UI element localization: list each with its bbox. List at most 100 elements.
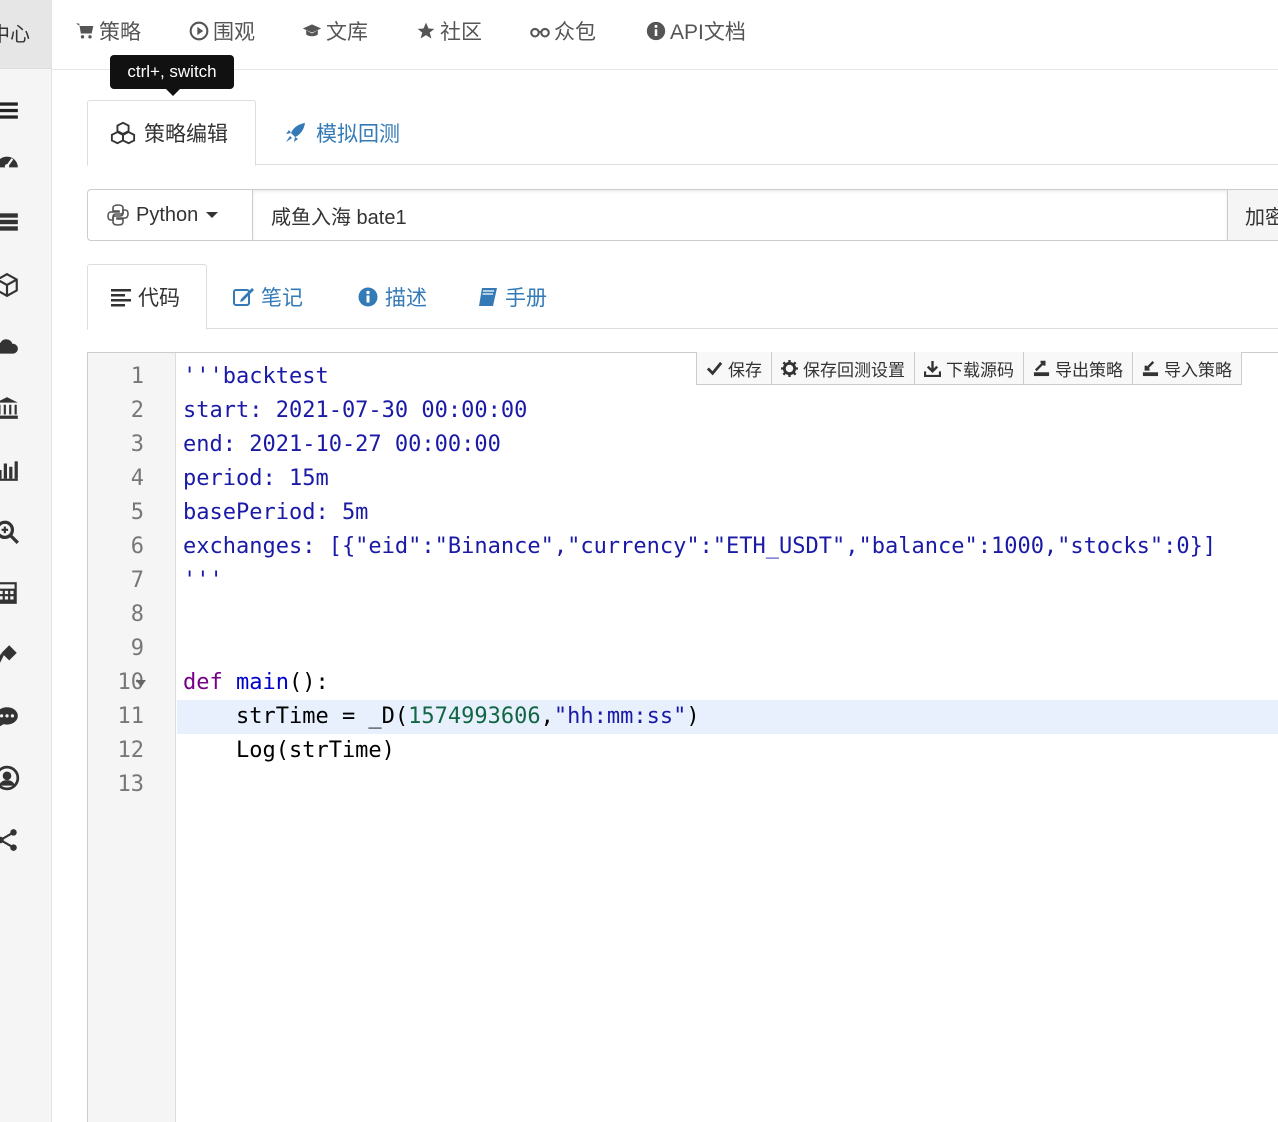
tab-description[interactable]: 描述 xyxy=(357,264,427,329)
nav-strategy[interactable]: 策略 xyxy=(75,16,141,46)
code-line[interactable]: end: 2021-10-27 00:00:00 xyxy=(177,428,1278,462)
menu-icon[interactable] xyxy=(0,95,22,125)
python-icon xyxy=(107,204,129,226)
tab-code[interactable]: 代码 xyxy=(87,264,207,330)
plug-icon[interactable] xyxy=(0,640,22,670)
nav-library[interactable]: 文库 xyxy=(302,16,368,46)
code-line[interactable] xyxy=(177,768,1278,802)
graduation-cap-icon xyxy=(302,24,322,37)
code-token: def xyxy=(183,670,223,695)
dashboard-icon[interactable] xyxy=(0,147,22,177)
sub-tabs: 代码 笔记 描述 手册 xyxy=(87,264,1278,330)
code-token: strTime = _D( xyxy=(183,704,409,729)
cube-icon[interactable] xyxy=(0,270,22,300)
bank-icon[interactable] xyxy=(0,393,22,423)
info-circle-icon xyxy=(358,287,378,306)
code-editor[interactable]: 1 2 3 4 5 6 7 8 9 10 11 12 13 '''backtest start: 2021… xyxy=(87,352,1278,1122)
save-backtest-settings-button[interactable]: 保存回测设置 xyxy=(771,352,914,385)
line-number: 4 xyxy=(130,466,144,491)
code-area[interactable]: '''backtest start: 2021-07-30 00:00:00 end… xyxy=(177,353,1278,1122)
code-line[interactable] xyxy=(177,598,1278,632)
edit-icon xyxy=(233,287,254,306)
code-token: Log(strTime) xyxy=(183,738,395,763)
code-token: "hh:mm:ss" xyxy=(553,704,687,729)
tab-strategy-edit-label: 策略编辑 xyxy=(144,123,228,146)
book-icon xyxy=(479,287,497,306)
editor-toolbar: 保存 保存回测设置 下载源码 导出策略 导入策略 xyxy=(696,352,1242,385)
align-left-icon xyxy=(111,289,131,307)
code-token: end: 2021-10-27 00:00:00 xyxy=(183,432,501,457)
tab-notes-label: 笔记 xyxy=(261,286,303,310)
code-line[interactable]: strTime = _D(1574993606,"hh:mm:ss") xyxy=(177,700,1278,734)
nav-community[interactable]: 社区 xyxy=(416,16,482,46)
code-token: exchanges: [{"eid":"Binance","currency":… xyxy=(183,534,1217,559)
line-number: 5 xyxy=(130,500,144,525)
play-circle-icon xyxy=(189,21,209,41)
tab-manual[interactable]: 手册 xyxy=(477,264,547,329)
nav-crowdsource[interactable]: 众包 xyxy=(530,16,596,46)
zoom-in-icon[interactable] xyxy=(0,517,22,547)
export-icon xyxy=(1033,360,1050,376)
gear-icon xyxy=(781,359,798,377)
code-token: period: 15m xyxy=(183,466,329,491)
code-line[interactable]: ''' xyxy=(177,564,1278,598)
bar-chart-icon[interactable] xyxy=(0,455,22,485)
user-circle-icon[interactable] xyxy=(0,763,22,793)
code-line[interactable]: period: 15m xyxy=(177,462,1278,496)
line-number: 1 xyxy=(130,364,144,389)
line-number: 3 xyxy=(130,432,144,457)
line-number: 13 xyxy=(117,772,145,797)
share-icon[interactable] xyxy=(0,825,22,855)
code-token: ''' xyxy=(183,568,223,593)
cloud-icon[interactable] xyxy=(0,331,22,361)
fold-arrow-icon[interactable] xyxy=(136,680,146,687)
nav-watch-label: 围观 xyxy=(213,21,255,44)
code-token: , xyxy=(540,704,554,729)
tab-backtest[interactable]: 模拟回测 xyxy=(282,100,400,165)
nav-library-label: 文库 xyxy=(326,21,368,44)
nav-api-docs-label: API文档 xyxy=(670,21,746,44)
code-line[interactable]: basePeriod: 5m xyxy=(177,496,1278,530)
export-strategy-button[interactable]: 导出策略 xyxy=(1023,352,1132,385)
code-line[interactable] xyxy=(177,632,1278,666)
rocket-icon xyxy=(286,122,305,142)
tab-code-label: 代码 xyxy=(138,287,180,310)
tab-backtest-label: 模拟回测 xyxy=(316,122,400,146)
download-source-label: 下载源码 xyxy=(946,360,1014,380)
code-line[interactable]: def main(): xyxy=(177,666,1278,700)
encrypt-button[interactable]: 加密 xyxy=(1227,189,1278,241)
nav-watch[interactable]: 围观 xyxy=(189,16,255,46)
tab-notes[interactable]: 笔记 xyxy=(233,264,303,329)
nav-api-docs[interactable]: API文档 xyxy=(646,16,746,46)
info-circle-icon xyxy=(646,21,666,41)
sidebar-header[interactable]: 中心 xyxy=(0,0,51,69)
import-icon xyxy=(1142,360,1159,376)
code-line[interactable]: exchanges: [{"eid":"Binance","currency":… xyxy=(177,530,1278,564)
save-button[interactable]: 保存 xyxy=(696,352,771,385)
line-number: 9 xyxy=(130,636,144,661)
server-icon[interactable] xyxy=(0,207,22,237)
code-token: ) xyxy=(686,704,700,729)
import-strategy-button[interactable]: 导入策略 xyxy=(1132,352,1242,385)
line-number: 2 xyxy=(130,398,144,423)
encrypt-label: 加密 xyxy=(1245,206,1278,229)
code-line[interactable]: start: 2021-07-30 00:00:00 xyxy=(177,394,1278,428)
calculator-icon[interactable] xyxy=(0,578,22,608)
line-number-gutter: 1 2 3 4 5 6 7 8 9 10 11 12 13 xyxy=(88,353,176,1122)
sidebar-header-label: 中心 xyxy=(0,24,30,46)
main-tabs: 策略编辑 模拟回测 xyxy=(87,100,1278,166)
comment-icon[interactable] xyxy=(0,702,22,732)
language-dropdown[interactable]: Python xyxy=(87,189,253,241)
tab-strategy-edit[interactable]: 策略编辑 xyxy=(87,100,256,166)
strategy-name-input[interactable] xyxy=(252,189,1228,241)
left-sidebar: 中心 xyxy=(0,0,52,1122)
top-navigation: 策略 围观 文库 社区 众包 API文档 xyxy=(52,0,1278,70)
tab-manual-label: 手册 xyxy=(505,286,547,310)
code-token: (): xyxy=(288,670,329,695)
download-icon xyxy=(924,360,941,377)
download-source-button[interactable]: 下载源码 xyxy=(914,352,1023,385)
code-line[interactable]: Log(strTime) xyxy=(177,734,1278,768)
strategy-header-row: Python 加密 xyxy=(87,189,1278,241)
export-strategy-label: 导出策略 xyxy=(1055,360,1123,380)
